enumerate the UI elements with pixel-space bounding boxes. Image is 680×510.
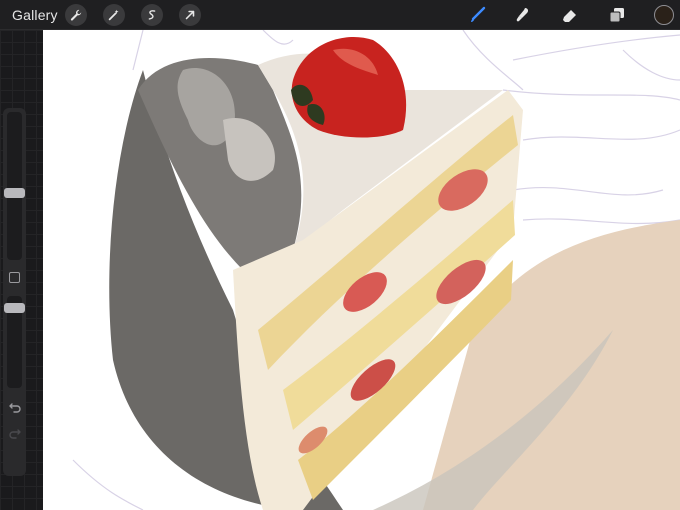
undo-icon[interactable] [8,400,22,414]
modify-button[interactable] [9,272,20,283]
left-sidebar [0,30,43,510]
gallery-button[interactable]: Gallery [12,7,58,23]
magic-wand-icon[interactable] [103,4,125,26]
selection-icon[interactable] [141,4,163,26]
cake-painting [72,30,680,510]
brush-icon[interactable] [466,4,490,26]
eraser-icon[interactable] [558,4,582,26]
top-toolbar: Gallery [0,0,680,30]
opacity-thumb[interactable] [4,303,25,313]
layers-icon[interactable] [605,4,629,26]
brush-size-thumb[interactable] [4,188,25,198]
redo-icon[interactable] [8,426,22,440]
drawing-canvas[interactable] [43,30,680,510]
transform-arrow-icon[interactable] [179,4,201,26]
wrench-icon[interactable] [65,4,87,26]
opacity-slider[interactable] [4,296,25,388]
sidebar-controls [3,108,26,476]
current-color-swatch[interactable] [654,5,674,25]
smudge-icon[interactable] [511,4,535,26]
brush-size-slider[interactable] [4,112,25,260]
